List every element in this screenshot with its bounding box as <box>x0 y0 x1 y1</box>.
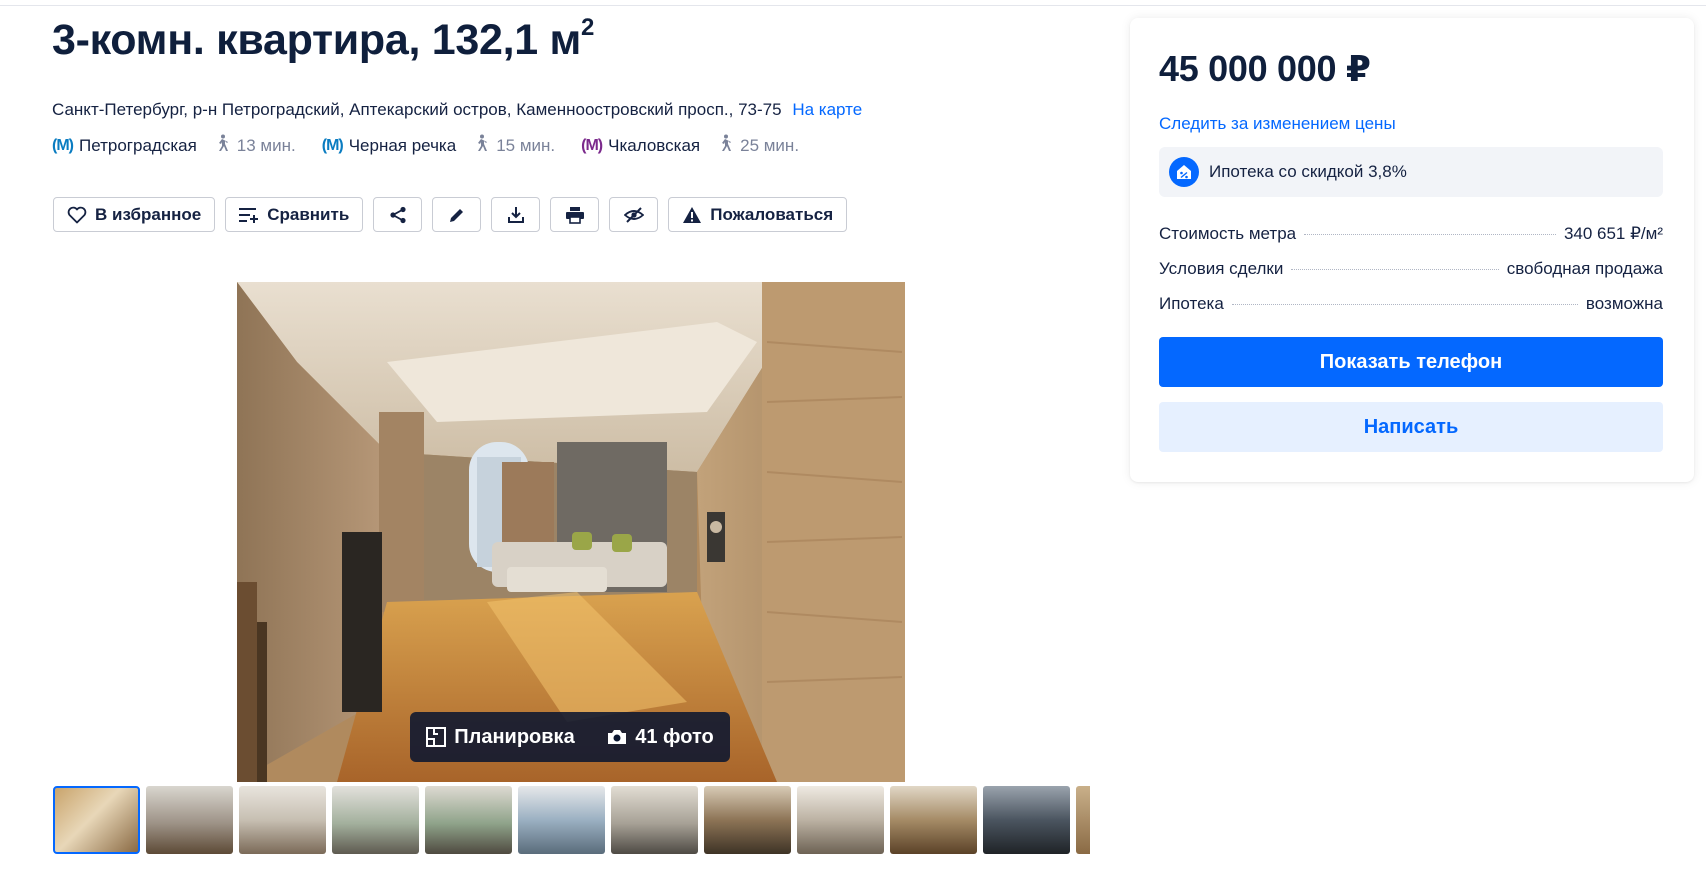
metro-list: (M) Петроградская 13 мин. (M) Черная реч… <box>52 134 825 157</box>
walk-icon <box>474 134 488 157</box>
dotted-leader <box>1291 269 1499 270</box>
compare-icon <box>239 207 259 223</box>
download-button[interactable] <box>491 197 541 232</box>
thumbnail[interactable] <box>332 786 419 854</box>
heart-icon <box>67 206 87 224</box>
thumbnail[interactable] <box>704 786 791 854</box>
metro-name: Черная речка <box>348 135 457 155</box>
download-icon <box>507 206 525 224</box>
thumbnail-strip <box>53 786 1090 854</box>
metro-item[interactable]: (M) Черная речка 15 мин. <box>322 134 555 157</box>
complain-label: Пожаловаться <box>710 204 834 224</box>
price-card: 45 000 000 ₽ Следить за изменением цены … <box>1130 18 1694 482</box>
compare-button[interactable]: Сравнить <box>225 197 364 232</box>
print-button[interactable] <box>550 197 600 232</box>
top-divider <box>0 5 1706 6</box>
write-button[interactable]: Написать <box>1159 402 1663 452</box>
thumbnail[interactable] <box>890 786 977 854</box>
compare-label: Сравнить <box>267 204 350 224</box>
page-title: 3-комн. квартира, 132,1 м2 <box>52 13 595 64</box>
thumbnail[interactable] <box>1076 786 1090 854</box>
floor-plan-button[interactable]: Планировка <box>426 725 575 749</box>
main-photo[interactable] <box>237 282 905 782</box>
camera-icon <box>607 728 627 746</box>
mortgage-discount-icon <box>1169 157 1199 187</box>
warning-icon <box>682 206 702 224</box>
metro-name: Чкаловская <box>608 135 701 155</box>
detail-row: Стоимость метра 340 651 ₽/м² <box>1159 224 1663 259</box>
walk-time: 13 мин. <box>236 135 296 155</box>
address: Санкт-Петербург, р-н Петроградский, Апте… <box>52 100 862 120</box>
thumbnail[interactable] <box>797 786 884 854</box>
thumbnail[interactable] <box>53 786 140 854</box>
thumbnail[interactable] <box>239 786 326 854</box>
edit-icon <box>448 206 466 224</box>
map-link[interactable]: На карте <box>792 100 862 119</box>
metro-icon: (M) <box>52 136 74 154</box>
track-price-link[interactable]: Следить за изменением цены <box>1159 114 1396 134</box>
detail-value: возможна <box>1585 294 1663 313</box>
details-list: Стоимость метра 340 651 ₽/м² Условия сде… <box>1159 224 1663 329</box>
print-icon <box>565 206 585 224</box>
gallery-controls: Планировка 41 фото <box>410 712 730 762</box>
metro-icon: (M) <box>581 136 603 154</box>
action-toolbar: В избранное Сравнить Пожаловаться <box>53 197 848 232</box>
thumbnail[interactable] <box>611 786 698 854</box>
detail-value: 340 651 ₽/м² <box>1563 224 1663 243</box>
walk-time: 25 мин. <box>740 135 800 155</box>
floor-plan-icon <box>426 727 447 747</box>
share-button[interactable] <box>373 197 423 232</box>
thumbnail[interactable] <box>146 786 233 854</box>
hide-icon <box>623 206 644 224</box>
edit-button[interactable] <box>432 197 482 232</box>
dotted-leader <box>1304 234 1556 235</box>
photos-count-label: 41 фото <box>635 725 714 748</box>
mortgage-badge-label: Ипотека со скидкой 3,8% <box>1209 162 1407 181</box>
price: 45 000 000 ₽ <box>1159 48 1371 89</box>
detail-label: Условия сделки <box>1159 259 1284 278</box>
mortgage-badge[interactable]: Ипотека со скидкой 3,8% <box>1159 147 1663 197</box>
walk-icon <box>718 134 732 157</box>
show-phone-button[interactable]: Показать телефон <box>1159 337 1663 387</box>
detail-row: Условия сделки свободная продажа <box>1159 259 1663 294</box>
walk-time: 15 мин. <box>496 135 556 155</box>
metro-name: Петроградская <box>78 135 197 155</box>
detail-row: Ипотека возможна <box>1159 294 1663 329</box>
walk-icon <box>215 134 229 157</box>
photos-count-button[interactable]: 41 фото <box>607 726 714 749</box>
share-icon <box>389 206 407 224</box>
dotted-leader <box>1231 304 1578 305</box>
room-photo-illustration <box>237 282 905 782</box>
metro-item[interactable]: (M) Чкаловская 25 мин. <box>581 134 799 157</box>
thumbnail[interactable] <box>983 786 1070 854</box>
favorite-button[interactable]: В избранное <box>53 197 216 232</box>
detail-label: Стоимость метра <box>1159 224 1297 243</box>
detail-value: свободная продажа <box>1506 259 1663 278</box>
detail-label: Ипотека <box>1159 294 1224 313</box>
complain-button[interactable]: Пожаловаться <box>668 197 848 232</box>
floor-plan-label: Планировка <box>454 725 575 748</box>
metro-item[interactable]: (M) Петроградская 13 мин. <box>52 134 296 157</box>
thumbnail[interactable] <box>518 786 605 854</box>
metro-icon: (M) <box>321 136 344 154</box>
hide-button[interactable] <box>609 197 659 232</box>
favorite-label: В избранное <box>95 204 202 224</box>
thumbnail[interactable] <box>425 786 512 854</box>
address-text: Санкт-Петербург, р-н Петроградский, Апте… <box>52 100 782 119</box>
